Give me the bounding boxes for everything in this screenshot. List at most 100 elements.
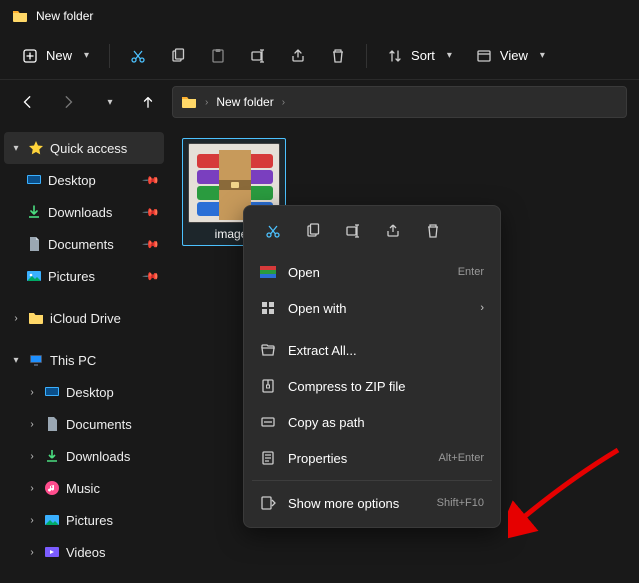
cut-button[interactable] bbox=[120, 42, 156, 70]
sidebar-item-pc-documents[interactable]: ›Documents bbox=[4, 408, 164, 440]
tree-label: Desktop bbox=[48, 173, 138, 188]
rename-button[interactable] bbox=[240, 42, 276, 70]
address-bar[interactable]: › New folder › bbox=[172, 86, 627, 118]
ctx-label: Copy as path bbox=[288, 415, 484, 430]
documents-icon bbox=[26, 236, 42, 252]
arrow-up-icon bbox=[141, 95, 155, 109]
ctx-extract-all[interactable]: Extract All... bbox=[250, 332, 494, 368]
chevron-right-icon: › bbox=[10, 313, 22, 324]
sidebar-item-documents[interactable]: Documents 📌 bbox=[4, 228, 164, 260]
ctx-rename-button[interactable] bbox=[336, 216, 370, 246]
separator bbox=[366, 44, 367, 68]
sidebar-item-this-pc[interactable]: ▾ This PC bbox=[4, 344, 164, 376]
tree-label: Pictures bbox=[48, 269, 138, 284]
ctx-label: Compress to ZIP file bbox=[288, 379, 484, 394]
ctx-delete-button[interactable] bbox=[416, 216, 450, 246]
ctx-label: Open with bbox=[288, 301, 468, 316]
new-button[interactable]: New ▾ bbox=[12, 42, 99, 70]
downloads-icon bbox=[26, 204, 42, 220]
cut-icon bbox=[265, 223, 281, 239]
chevron-down-icon: ▾ bbox=[107, 97, 112, 108]
window-title: New folder bbox=[36, 9, 93, 23]
up-button[interactable] bbox=[132, 86, 164, 118]
copy-path-icon bbox=[260, 414, 276, 430]
chevron-right-icon: › bbox=[26, 387, 38, 398]
view-icon bbox=[476, 48, 492, 64]
videos-icon bbox=[44, 544, 60, 560]
pin-icon: 📌 bbox=[142, 267, 161, 286]
share-button[interactable] bbox=[280, 42, 316, 70]
sidebar-item-pictures[interactable]: Pictures 📌 bbox=[4, 260, 164, 292]
paste-button[interactable] bbox=[200, 42, 236, 70]
properties-icon bbox=[260, 450, 276, 466]
forward-button[interactable] bbox=[52, 86, 84, 118]
folder-icon bbox=[28, 310, 44, 326]
chevron-right-icon: › bbox=[26, 451, 38, 462]
ctx-properties[interactable]: Properties Alt+Enter bbox=[250, 440, 494, 476]
copy-button[interactable] bbox=[160, 42, 196, 70]
ctx-label: Properties bbox=[288, 451, 426, 466]
extract-icon bbox=[260, 342, 276, 358]
chevron-right-icon: › bbox=[26, 483, 38, 494]
pin-icon: 📌 bbox=[142, 235, 161, 254]
tree-label: Desktop bbox=[66, 385, 158, 400]
ctx-open-with[interactable]: Open with › bbox=[250, 290, 494, 326]
tree-label: Videos bbox=[66, 545, 158, 560]
view-button[interactable]: View ▾ bbox=[466, 42, 555, 70]
ctx-compress-zip[interactable]: Compress to ZIP file bbox=[250, 368, 494, 404]
sidebar-item-pc-pictures[interactable]: ›Pictures bbox=[4, 504, 164, 536]
folder-icon bbox=[181, 94, 197, 110]
separator bbox=[252, 480, 492, 481]
chevron-right-icon: › bbox=[480, 302, 484, 314]
breadcrumb-item[interactable]: New folder bbox=[216, 95, 273, 109]
desktop-icon bbox=[26, 172, 42, 188]
sidebar-item-desktop[interactable]: Desktop 📌 bbox=[4, 164, 164, 196]
ctx-accel: Enter bbox=[458, 266, 484, 278]
tree-label: Quick access bbox=[50, 141, 158, 156]
chevron-down-icon: ▾ bbox=[10, 355, 22, 366]
sidebar-item-quick-access[interactable]: ▾ Quick access bbox=[4, 132, 164, 164]
sidebar-item-pc-videos[interactable]: ›Videos bbox=[4, 536, 164, 568]
sidebar-item-pc-desktop[interactable]: › Desktop bbox=[4, 376, 164, 408]
sidebar-item-pc-downloads[interactable]: ›Downloads bbox=[4, 440, 164, 472]
context-icon-row bbox=[250, 212, 494, 254]
back-button[interactable] bbox=[12, 86, 44, 118]
delete-button[interactable] bbox=[320, 42, 356, 70]
ctx-share-button[interactable] bbox=[376, 216, 410, 246]
share-icon bbox=[385, 223, 401, 239]
sort-button[interactable]: Sort ▾ bbox=[377, 42, 462, 70]
tree-label: Documents bbox=[48, 237, 138, 252]
downloads-icon bbox=[44, 448, 60, 464]
ctx-accel: Alt+Enter bbox=[438, 452, 484, 464]
new-icon bbox=[22, 48, 38, 64]
pin-icon: 📌 bbox=[142, 203, 161, 222]
cut-icon bbox=[130, 48, 146, 64]
arrow-left-icon bbox=[21, 95, 35, 109]
tree-label: This PC bbox=[50, 353, 158, 368]
ctx-show-more-options[interactable]: Show more options Shift+F10 bbox=[250, 485, 494, 521]
copy-icon bbox=[170, 48, 186, 64]
tree-label: Downloads bbox=[48, 205, 138, 220]
separator bbox=[109, 44, 110, 68]
pin-icon: 📌 bbox=[142, 171, 161, 190]
zip-icon bbox=[260, 378, 276, 394]
rename-icon bbox=[345, 223, 361, 239]
ctx-cut-button[interactable] bbox=[256, 216, 290, 246]
sort-icon bbox=[387, 48, 403, 64]
documents-icon bbox=[44, 416, 60, 432]
view-label: View bbox=[500, 48, 528, 63]
share-icon bbox=[290, 48, 306, 64]
sidebar-item-icloud[interactable]: › iCloud Drive bbox=[4, 302, 164, 334]
toolbar: New ▾ Sort ▾ View ▾ bbox=[0, 32, 639, 80]
recent-button[interactable]: ▾ bbox=[92, 86, 124, 118]
ctx-copy-path[interactable]: Copy as path bbox=[250, 404, 494, 440]
arrow-right-icon bbox=[61, 95, 75, 109]
tree-label: Documents bbox=[66, 417, 158, 432]
sort-label: Sort bbox=[411, 48, 435, 63]
ctx-copy-button[interactable] bbox=[296, 216, 330, 246]
ctx-open[interactable]: Open Enter bbox=[250, 254, 494, 290]
tree-label: Music bbox=[66, 481, 158, 496]
sidebar-item-pc-music[interactable]: › Music bbox=[4, 472, 164, 504]
ctx-label: Show more options bbox=[288, 496, 425, 511]
sidebar-item-downloads[interactable]: Downloads 📌 bbox=[4, 196, 164, 228]
